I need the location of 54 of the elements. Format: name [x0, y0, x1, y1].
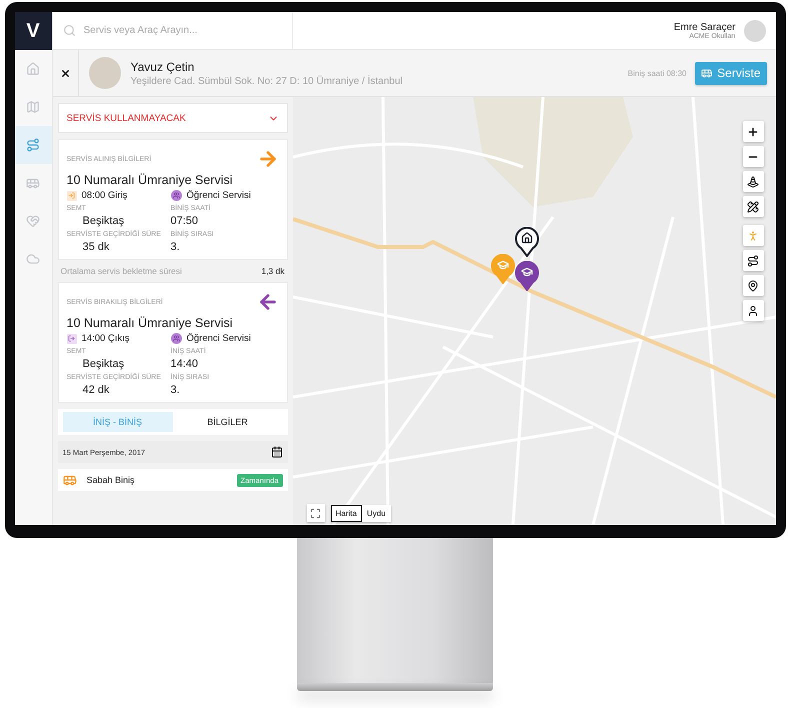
boarding-time: Biniş saati 08:30 — [628, 68, 686, 78]
zoom-in-icon[interactable] — [742, 121, 764, 142]
shift-icon — [66, 190, 76, 200]
calendar-icon[interactable] — [270, 446, 282, 458]
ruler-icon[interactable] — [742, 196, 764, 217]
user-icon[interactable] — [742, 300, 764, 321]
shift-time: 08:00 Giriş — [82, 190, 128, 201]
app-logo: V — [14, 12, 52, 50]
pin-icon[interactable] — [742, 275, 764, 296]
student-name: Yavuz Çetin — [130, 60, 196, 74]
fullscreen-icon[interactable] — [306, 504, 324, 522]
bus-icon — [26, 176, 40, 190]
cloud-icon — [26, 252, 40, 266]
traffic-icon[interactable] — [742, 171, 764, 192]
student-service-icon — [170, 190, 182, 201]
handshake-icon — [26, 214, 40, 228]
home-marker-icon[interactable] — [514, 227, 538, 257]
field-value: 3. — [170, 241, 181, 253]
school-marker-icon[interactable] — [514, 261, 538, 291]
field-value: Beşiktaş — [82, 215, 126, 227]
field-value: 42 dk — [82, 384, 110, 396]
route-name: 10 Numaralı Ümraniye Servisi — [66, 173, 234, 187]
route-name: 10 Numaralı Ümraniye Servisi — [66, 316, 234, 330]
student-service-icon — [170, 333, 182, 344]
student-address: Yeşildere Cad. Sümbül Sok. No: 27 D: 10 Ümraniye / İstanbul — [130, 76, 402, 86]
map-type-option[interactable]: Uydu — [362, 504, 391, 522]
entry-label: Sabah Biniş — [86, 475, 135, 485]
shift-time: 14:00 Çıkış — [82, 333, 130, 344]
home-icon — [26, 62, 40, 76]
field-value: Beşiktaş — [82, 358, 126, 370]
field-value: 3. — [170, 384, 181, 396]
average-wait-value: 1,3 dk — [261, 266, 284, 276]
field-value: 07:50 — [170, 215, 200, 227]
zoom-out-icon[interactable] — [742, 146, 764, 167]
close-icon — [60, 68, 70, 78]
service-select[interactable]: SERVİS KULLANMAYACAK — [58, 103, 288, 133]
school-marker-icon[interactable] — [490, 254, 514, 284]
map-icon — [26, 100, 40, 114]
bus-icon — [62, 473, 76, 487]
student-avatar — [88, 57, 120, 89]
sidebar-item[interactable] — [14, 126, 52, 164]
average-wait-label: Ortalama servis bekletme süresi — [60, 266, 182, 276]
field-value: 14:40 — [170, 358, 200, 370]
shift-icon — [66, 334, 76, 344]
route-icon[interactable] — [742, 250, 764, 271]
service-type: Öğrenci Servisi — [186, 190, 251, 201]
service-type: Öğrenci Servisi — [186, 333, 251, 344]
user-name: Emre Saraçer — [674, 22, 736, 32]
map-type-option[interactable]: Harita — [330, 504, 362, 522]
route-icon — [26, 138, 40, 152]
field-value: 35 dk — [82, 241, 110, 253]
tab[interactable]: BİLGİLER — [172, 412, 282, 432]
bus-icon — [700, 67, 712, 79]
search-icon — [62, 24, 76, 37]
